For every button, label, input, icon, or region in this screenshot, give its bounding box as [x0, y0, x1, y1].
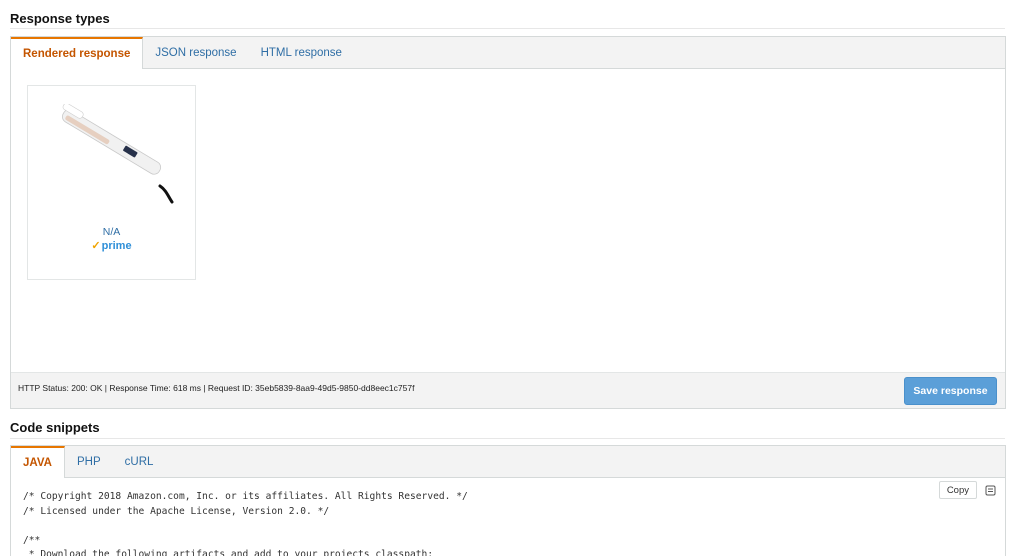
prime-badge: ✓prime [28, 239, 195, 252]
copy-button[interactable]: Copy [938, 481, 977, 499]
divider [10, 438, 1005, 439]
tab-php[interactable]: PHP [65, 446, 113, 477]
tab-html-response[interactable]: HTML response [249, 37, 354, 68]
product-card[interactable]: N/A ✓prime [27, 85, 196, 280]
tab-curl[interactable]: cURL [113, 446, 166, 477]
response-panel: Rendered response JSON response HTML res… [10, 36, 1006, 409]
code-panel: JAVA PHP cURL /* Copyright 2018 Amazon.c… [10, 445, 1006, 556]
response-tabs: Rendered response JSON response HTML res… [11, 37, 1005, 69]
hair-straightener-image[interactable] [48, 104, 178, 204]
response-status-text: HTTP Status: 200: OK | Response Time: 61… [18, 383, 415, 393]
tab-java[interactable]: JAVA [11, 446, 65, 478]
prime-label: prime [101, 240, 132, 252]
code-area[interactable]: /* Copyright 2018 Amazon.com, Inc. or it… [11, 478, 1005, 556]
product-price[interactable]: N/A [28, 226, 195, 238]
response-status-bar: HTTP Status: 200: OK | Response Time: 61… [11, 372, 1005, 408]
expand-icon[interactable] [981, 481, 999, 499]
divider [10, 28, 1005, 29]
tab-rendered-response[interactable]: Rendered response [11, 37, 144, 69]
code-tabs: JAVA PHP cURL [11, 446, 1005, 478]
code-snippet[interactable]: /* Copyright 2018 Amazon.com, Inc. or it… [23, 490, 468, 556]
save-response-button[interactable]: Save response [904, 377, 997, 405]
tab-json-response[interactable]: JSON response [143, 37, 248, 68]
response-types-title: Response types [10, 11, 110, 26]
prime-check-icon: ✓ [91, 240, 101, 252]
code-snippets-title: Code snippets [10, 420, 100, 435]
